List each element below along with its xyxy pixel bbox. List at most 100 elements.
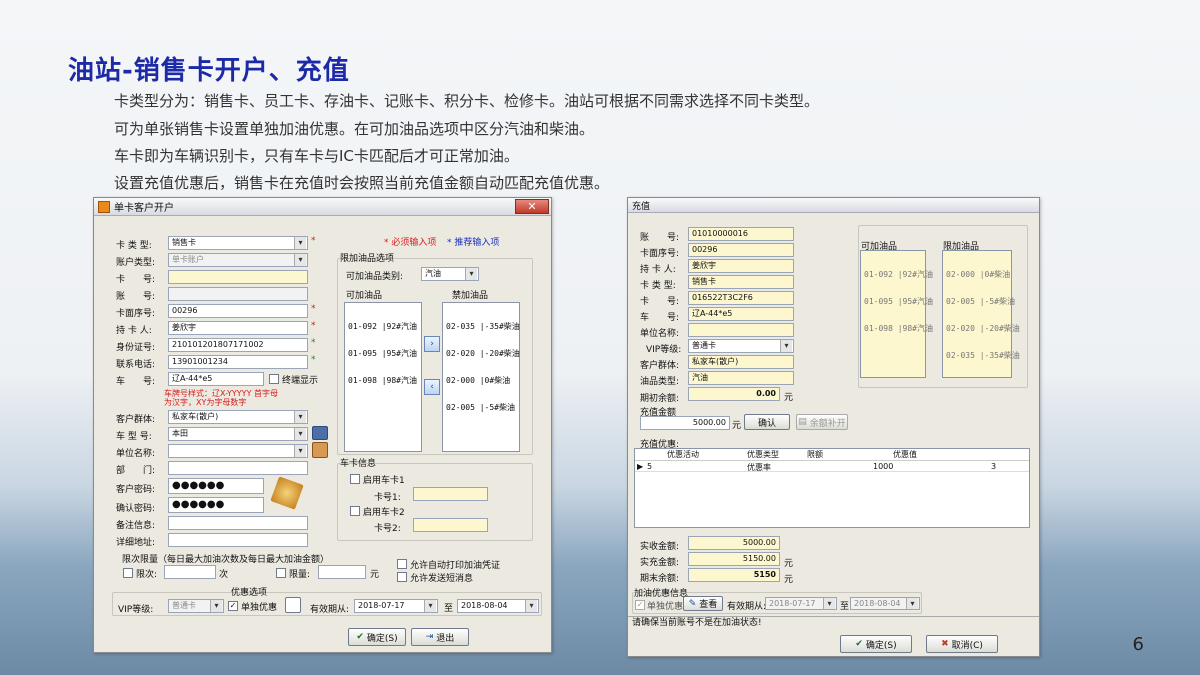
move-left-button[interactable]: ‹: [424, 379, 440, 395]
password-input[interactable]: ●●●●●●: [168, 478, 264, 494]
plate-field: 辽A-44*e5: [688, 307, 794, 321]
real-label: 实充金额:: [640, 558, 680, 568]
oil-category-label: 可加油品类别:: [346, 272, 404, 282]
send-sms-checkbox[interactable]: [397, 572, 407, 582]
plate-label: 车 号:: [116, 377, 156, 387]
dept-input[interactable]: [168, 461, 308, 475]
confirm-button[interactable]: 确认: [744, 414, 790, 430]
amount-limit-checkbox[interactable]: [276, 568, 286, 578]
company-select[interactable]: [168, 444, 308, 458]
vehicle-card-title: 车卡信息: [340, 459, 377, 469]
vehicle-card-no-1-input[interactable]: [413, 487, 488, 501]
list-item: 02-000 |0#柴油: [946, 270, 1011, 279]
vehicle-card-no-2-input[interactable]: [413, 518, 488, 532]
count-limit-input[interactable]: [164, 565, 216, 579]
paid-field: 5000.00: [688, 536, 780, 550]
terminal-display-checkbox[interactable]: [269, 374, 279, 384]
recommended-mark: *: [311, 338, 316, 348]
amount-limit-input[interactable]: [318, 565, 366, 579]
group-field: 私家车(散户): [688, 355, 794, 369]
limited-oil-list: 02-000 |0#柴油 02-005 |-5#柴油 02-020 |-20#柴…: [942, 250, 1020, 378]
list-item[interactable]: 02-000 |0#柴油: [446, 376, 516, 385]
table-row[interactable]: ▶ 5 优惠率 1000 3: [635, 460, 1029, 472]
card-type-select[interactable]: 销售卡: [168, 236, 308, 250]
enable-vehicle-card-1-checkbox[interactable]: [350, 474, 360, 484]
valid-to-date[interactable]: 2018-08-04: [457, 599, 539, 613]
oil-category-select[interactable]: 汽油: [421, 267, 479, 281]
single-discount-checkbox[interactable]: ✓: [228, 601, 238, 611]
face-no-label: 卡面序号:: [640, 249, 680, 259]
real-unit: 元: [784, 559, 794, 569]
ok-button[interactable]: ✔ 确定(S): [840, 635, 912, 653]
face-no-input[interactable]: 00296: [168, 304, 308, 318]
list-item[interactable]: 02-035 |-35#柴油: [446, 322, 520, 331]
move-right-button[interactable]: ›: [424, 336, 440, 352]
car-icon[interactable]: [312, 426, 328, 440]
card-type-label: 卡 类 型:: [116, 241, 152, 251]
address-label: 详细地址:: [116, 538, 156, 548]
list-item: 02-005 |-5#柴油: [946, 297, 1015, 306]
valid-from-date[interactable]: 2018-07-17: [354, 599, 438, 613]
valid-from-label: 有效期从:: [727, 602, 767, 612]
recharge-amount-input[interactable]: 5000.00: [640, 416, 730, 430]
vip-select[interactable]: 普通卡: [168, 599, 224, 613]
confirm-password-input[interactable]: ●●●●●●: [168, 497, 264, 513]
close-icon: ✖: [941, 639, 949, 649]
enable-vehicle-card-1-label: 启用车卡1: [363, 476, 405, 486]
remark-label: 备注信息:: [116, 521, 156, 531]
vip-select[interactable]: 普通卡: [688, 339, 794, 353]
exit-button-label: 退出: [436, 633, 455, 644]
enable-vehicle-card-2-checkbox[interactable]: [350, 506, 360, 516]
exit-button[interactable]: ⇥ 退出: [411, 628, 469, 646]
cell: 1000: [873, 462, 894, 471]
close-button[interactable]: ✕: [515, 199, 549, 214]
face-no-label: 卡面序号:: [116, 309, 156, 319]
recharge-discount-table[interactable]: 优惠活动 优惠类型 限额 优惠值 ▶ 5 优惠率 1000 3: [634, 448, 1030, 528]
list-item[interactable]: 02-005 |-5#柴油: [446, 403, 516, 412]
plate-input[interactable]: 辽A-44*e5: [168, 372, 264, 386]
ok-button[interactable]: ✔ 确定(S): [348, 628, 406, 646]
edit-discount-icon[interactable]: [285, 597, 301, 613]
account-no-input[interactable]: [168, 287, 308, 301]
send-sms-label: 允许发送短消息: [410, 574, 474, 584]
list-item[interactable]: 01-098 |98#汽油: [348, 376, 418, 385]
column-header: 优惠活动: [667, 450, 699, 459]
company-icon[interactable]: [312, 442, 328, 458]
account-type-select[interactable]: 单卡账户: [168, 253, 308, 267]
holder-input[interactable]: 姜欣宇: [168, 321, 308, 335]
valid-to-label: 至: [840, 602, 850, 612]
list-item[interactable]: 01-092 |92#汽油: [348, 322, 418, 331]
list-item[interactable]: 02-020 |-20#柴油: [446, 349, 520, 358]
fuel-discount-title: 加油优惠信息: [634, 589, 689, 599]
allowed-oil-title: 可加油品: [346, 291, 383, 301]
list-item[interactable]: 01-095 |95#汽油: [348, 349, 418, 358]
card-no-label: 卡 号:: [640, 297, 680, 307]
id-no-input[interactable]: 210101201807171002: [168, 338, 308, 352]
balance-fill-button[interactable]: ▤ 余额补开: [796, 414, 848, 430]
valid-from-label: 有效期从:: [310, 605, 350, 615]
banned-oil-list[interactable]: 02-035 |-35#柴油 02-020 |-20#柴油 02-000 |0#…: [442, 302, 520, 452]
valid-to-date[interactable]: 2018-08-04: [850, 597, 920, 610]
count-limit-checkbox[interactable]: [123, 568, 133, 578]
amount-unit: 元: [370, 570, 380, 580]
keypad-icon[interactable]: [270, 476, 304, 510]
card-type-field: 销售卡: [688, 275, 794, 289]
group-select[interactable]: 私家车(散户): [168, 410, 308, 424]
single-discount-checkbox[interactable]: ✓: [635, 600, 645, 610]
single-discount-label: 单独优惠: [647, 602, 684, 612]
cancel-button[interactable]: ✖ 取消(C): [926, 635, 998, 653]
car-model-select[interactable]: 本田: [168, 427, 308, 441]
vehicle-card-no-2-label: 卡号2:: [374, 524, 401, 534]
allowed-oil-list[interactable]: 01-092 |92#汽油 01-095 |95#汽油 01-098 |98#汽…: [344, 302, 422, 452]
address-input[interactable]: [168, 533, 308, 547]
bullet-card-types: 卡类型分为：销售卡、员工卡、存油卡、记账卡、积分卡、检修卡。油站可根据不同需求选…: [114, 92, 820, 110]
card-no-input[interactable]: [168, 270, 308, 284]
valid-from-date[interactable]: 2018-07-17: [765, 597, 837, 610]
vip-label: VIP等级:: [646, 345, 682, 355]
view-button[interactable]: ✎ 查看: [683, 596, 723, 611]
auto-print-checkbox[interactable]: [397, 559, 407, 569]
remark-input[interactable]: [168, 516, 308, 530]
exit-icon: ⇥: [425, 632, 434, 642]
id-no-label: 身份证号:: [116, 343, 156, 353]
phone-input[interactable]: 13901001234: [168, 355, 308, 369]
